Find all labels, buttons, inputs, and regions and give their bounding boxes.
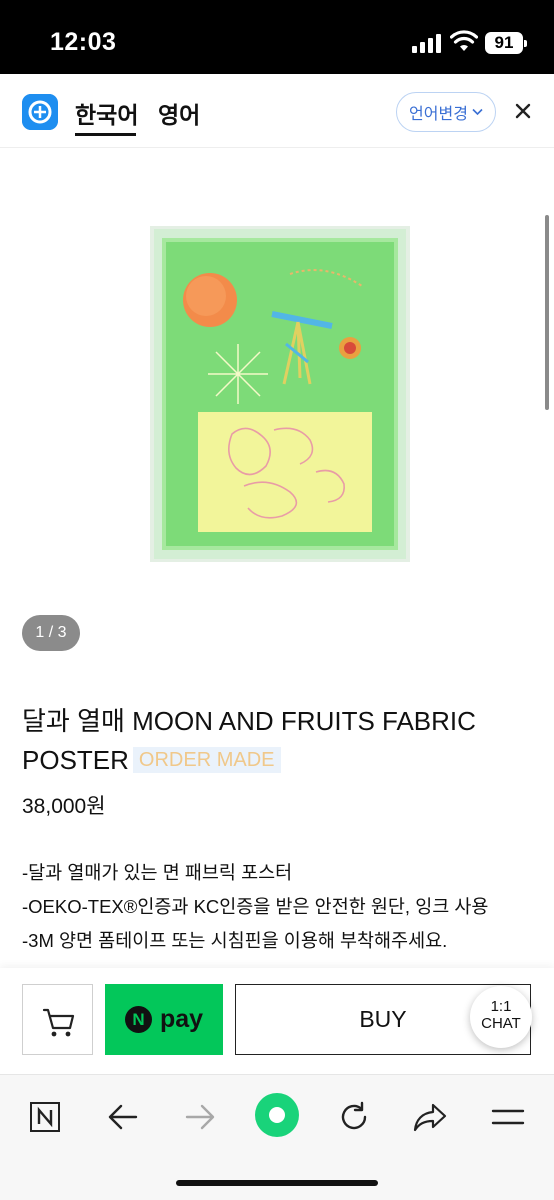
refresh-icon[interactable] — [334, 1097, 374, 1137]
description-line: -3M 양면 폼테이프 또는 시침핀을 이용해 부착해주세요. — [22, 930, 448, 951]
share-icon[interactable] — [410, 1097, 450, 1137]
cellular-signal-icon — [412, 34, 442, 53]
home-indicator[interactable] — [176, 1180, 378, 1186]
chat-line-2: CHAT — [481, 1015, 521, 1032]
product-image[interactable] — [150, 226, 410, 562]
naver-pay-logo-icon: N — [124, 1006, 152, 1033]
cart-icon — [42, 1008, 75, 1037]
status-time: 12:03 — [50, 28, 117, 56]
change-language-button[interactable]: 언어변경 — [396, 92, 496, 132]
translate-app-logo-icon — [22, 94, 58, 130]
change-language-label: 언어변경 — [409, 106, 468, 123]
scroll-indicator[interactable] — [545, 215, 549, 410]
product-description: -달과 열매가 있는 면 패브릭 포스터 -OEKO-TEX®인증과 KC인증을… — [22, 856, 542, 958]
naver-home-icon[interactable] — [25, 1097, 65, 1137]
menu-icon[interactable] — [488, 1097, 528, 1137]
description-line: -달과 열매가 있는 면 패브릭 포스터 — [22, 862, 293, 883]
translate-header: 한국어 영어 언어변경 — [0, 74, 554, 148]
back-arrow-icon[interactable] — [103, 1097, 143, 1137]
purchase-action-bar: N pay BUY 1:1 CHAT — [0, 968, 554, 1074]
chevron-down-icon — [472, 108, 483, 116]
naver-pay-button[interactable]: N pay — [105, 984, 223, 1055]
order-made-badge: ORDER MADE — [132, 747, 281, 773]
close-icon[interactable] — [510, 98, 536, 124]
forward-arrow-icon[interactable] — [180, 1097, 220, 1137]
status-bar: 12:03 91 — [0, 0, 554, 74]
product-title: 달과 열매 MOON AND FRUITS FABRIC POSTER ORDER… — [22, 702, 532, 780]
tab-english[interactable]: 영어 — [158, 96, 200, 130]
chat-line-1: 1:1 — [490, 998, 512, 1015]
wifi-icon — [450, 30, 478, 51]
one-on-one-chat-button[interactable]: 1:1 CHAT — [470, 986, 532, 1048]
tab-korean[interactable]: 한국어 — [75, 96, 138, 130]
add-to-cart-button[interactable] — [22, 984, 93, 1055]
product-price: 38,000원 — [22, 795, 106, 818]
active-tab-underline — [75, 133, 136, 136]
green-dot-icon[interactable] — [254, 1092, 300, 1138]
battery-icon: 91 — [485, 32, 527, 54]
description-line: -OEKO-TEX®인증과 KC인증을 받은 안전한 원단, 잉크 사용 — [22, 896, 489, 917]
image-page-counter: 1 / 3 — [22, 615, 80, 651]
naver-pay-label: pay — [159, 1005, 204, 1033]
